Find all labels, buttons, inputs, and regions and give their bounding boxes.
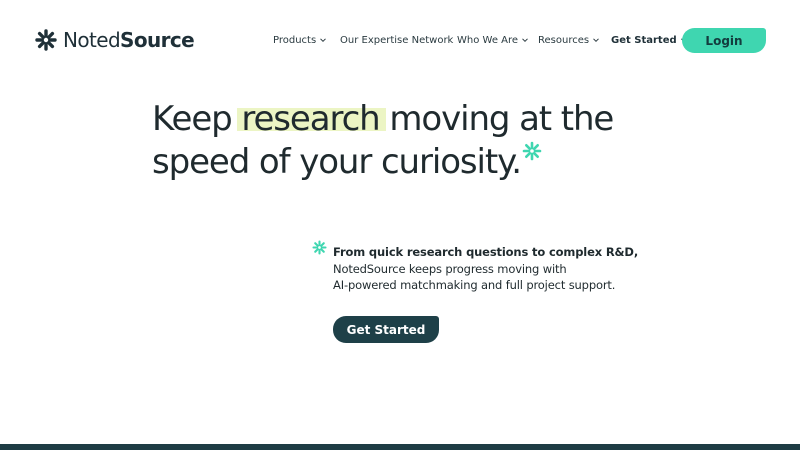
chevron-down-icon [593, 38, 599, 43]
site-header: NotedSource Products Our Expertise Netwo… [0, 0, 800, 80]
asterisk-spark-icon [35, 29, 57, 51]
nav-get-started-label: Get Started [611, 34, 677, 46]
logo-wordmark: NotedSource [63, 28, 195, 52]
hero-description-lead: From quick research questions to complex… [333, 245, 639, 259]
nav-resources[interactable]: Resources [538, 32, 600, 48]
nav-products-label: Products [273, 34, 317, 46]
nav-expertise-network-label: Our Expertise Network [340, 34, 454, 46]
hero-description-line: NotedSource keeps progress moving with [333, 261, 567, 276]
hero-title: Keep research moving at the speed of your… [152, 98, 712, 184]
chevron-down-icon [320, 38, 327, 43]
get-started-button[interactable]: Get Started [333, 316, 439, 343]
chevron-down-icon [522, 38, 528, 43]
hero-description-line: AI-powered matchmaking and full project … [333, 278, 616, 292]
login-button[interactable]: Login [682, 28, 766, 53]
logo-link[interactable]: NotedSource [35, 28, 195, 52]
next-section-band [0, 444, 800, 450]
nav-get-started[interactable]: Get Started [611, 32, 688, 48]
nav-who-we-are[interactable]: Who We Are [457, 32, 529, 48]
hero-title-part: Keep [152, 99, 242, 139]
nav-expertise-network[interactable]: Our Expertise Network [340, 32, 453, 48]
hero-title-line2: speed of your curiosity. [152, 142, 522, 182]
hero-title-part: moving at the [379, 99, 614, 139]
hero-title-highlight: research [237, 98, 386, 141]
asterisk-spark-icon [312, 240, 327, 255]
hero-description: From quick research questions to complex… [333, 244, 653, 294]
nav-who-we-are-label: Who We Are [457, 34, 519, 46]
asterisk-spark-icon [522, 141, 542, 161]
nav-resources-label: Resources [538, 34, 590, 46]
nav-products[interactable]: Products [273, 32, 327, 48]
